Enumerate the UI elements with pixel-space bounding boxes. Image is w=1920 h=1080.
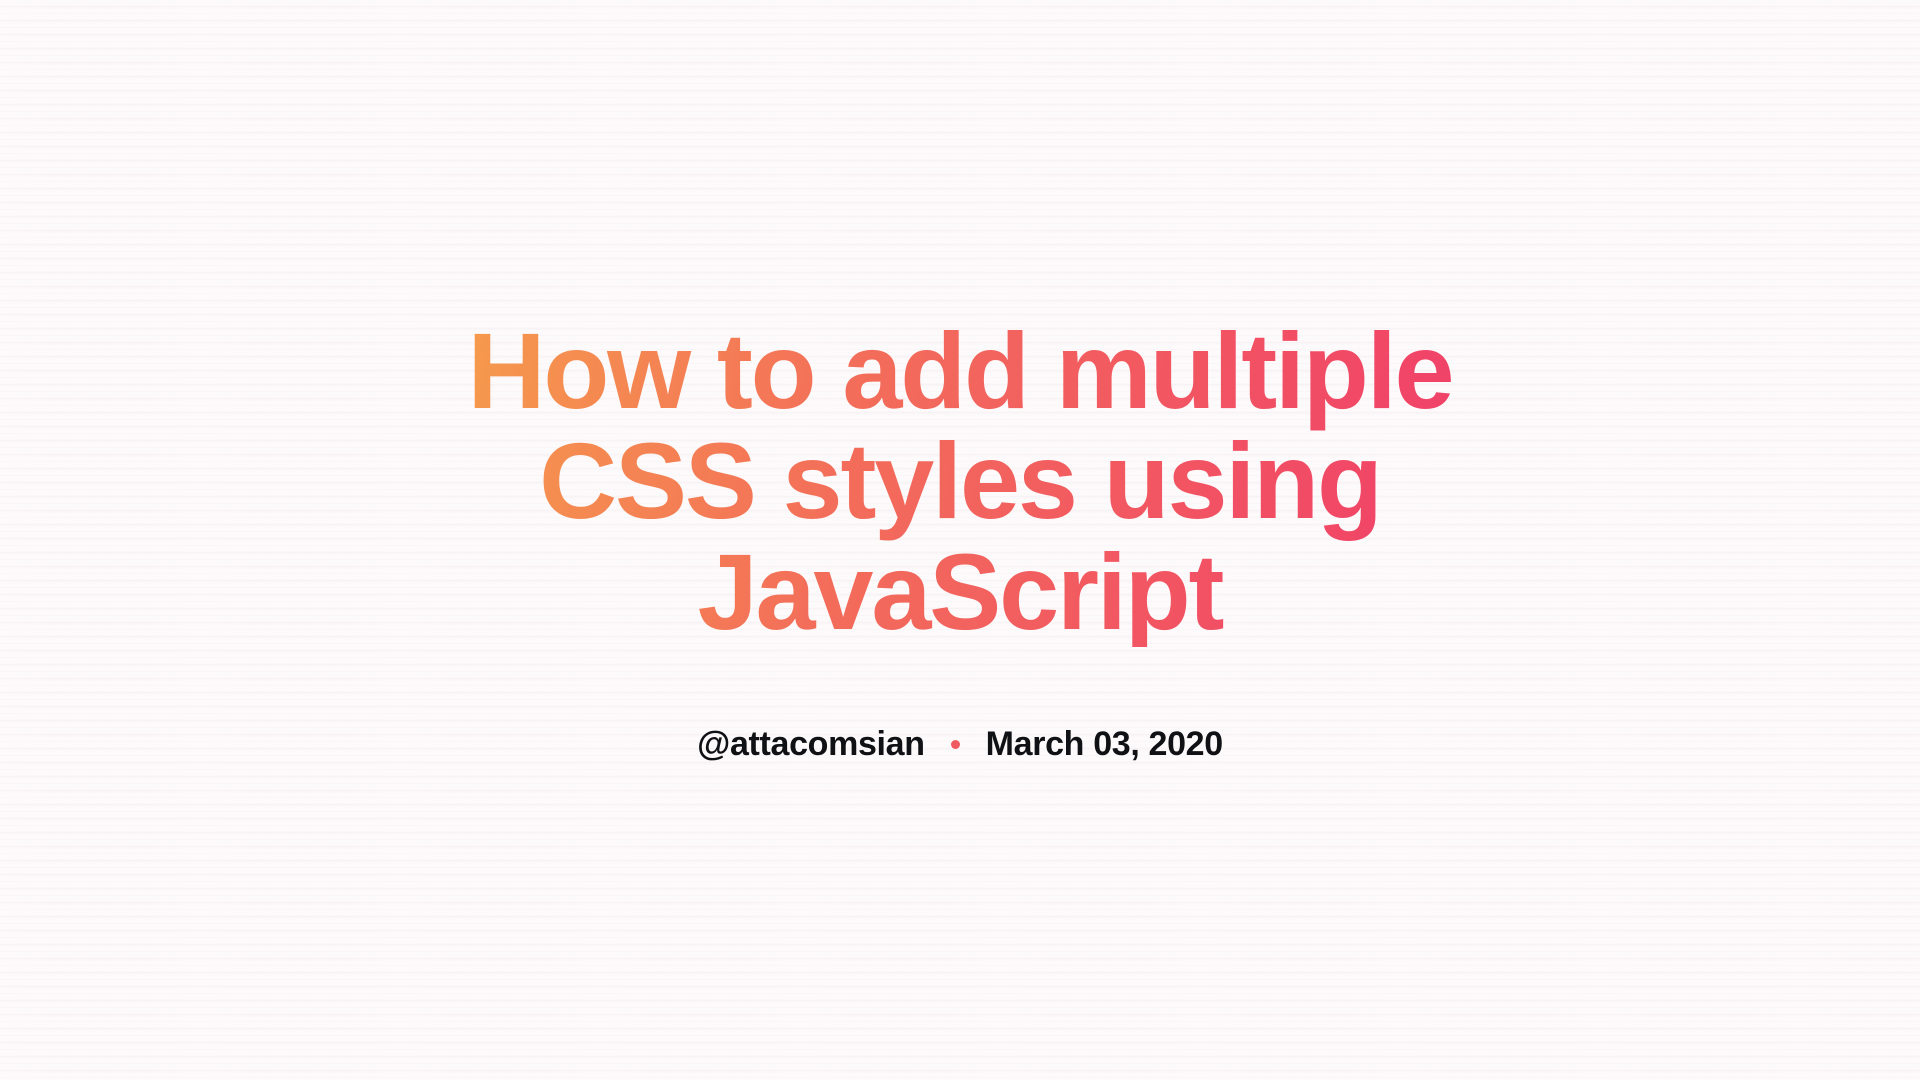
page-title: How to add multiple CSS styles using Jav… (400, 316, 1520, 646)
separator-dot-icon (951, 740, 960, 749)
author-handle: @attacomsian (697, 725, 924, 764)
publish-date: March 03, 2020 (986, 725, 1223, 764)
content-card: How to add multiple CSS styles using Jav… (360, 316, 1560, 763)
meta-row: @attacomsian March 03, 2020 (400, 725, 1520, 764)
